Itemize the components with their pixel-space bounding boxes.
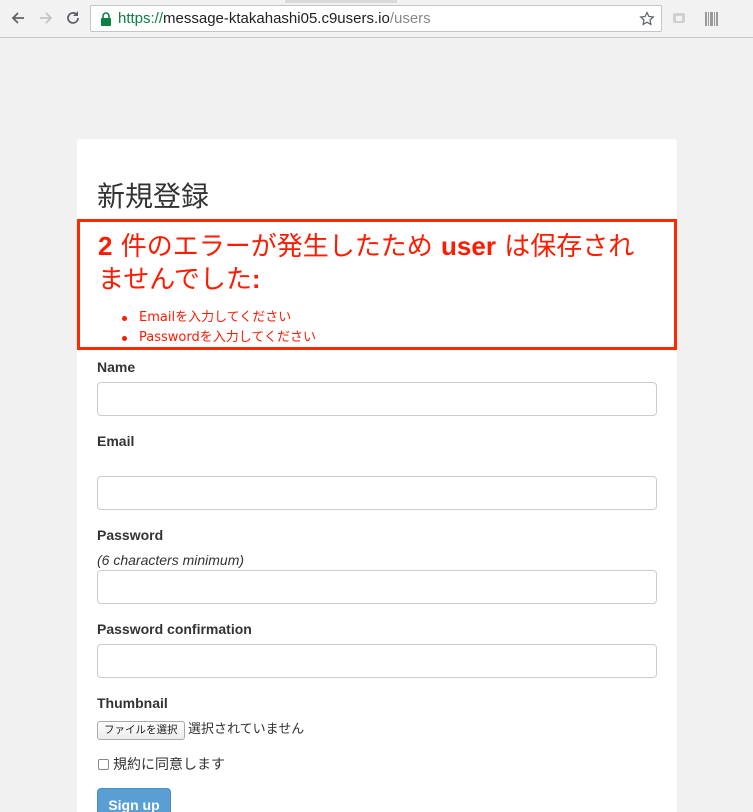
file-select-button[interactable]: ファイルを選択 — [97, 721, 185, 740]
url-scheme: https:// — [118, 10, 164, 27]
password-label: Password — [97, 527, 164, 543]
password-help-text: (6 characters minimum) — [97, 552, 245, 568]
error-item: Passwordを入力してください — [120, 328, 316, 348]
browser-toolbar: https://message-ktakahashi05.c9users.io/… — [0, 0, 753, 38]
url-path: /users — [389, 10, 431, 27]
email-label: Email — [97, 433, 135, 449]
error-heading: 2 件のエラーが発生したため user は保存されませんでした: — [98, 230, 658, 296]
error-list: Emailを入力してください Passwordを入力してください — [120, 308, 316, 348]
name-label: Name — [97, 359, 136, 375]
password-confirmation-label: Password confirmation — [97, 621, 252, 637]
email-field[interactable] — [97, 476, 657, 510]
password-field[interactable] — [97, 570, 657, 604]
url-host: message-ktakahashi05.c9users.io — [163, 10, 390, 27]
name-field[interactable] — [97, 382, 657, 416]
url-text: https://message-ktakahashi05.c9users.io/… — [118, 10, 431, 27]
password-confirmation-field[interactable] — [97, 644, 657, 678]
error-explanation: 2 件のエラーが発生したため user は保存されませんでした: Emailを入… — [77, 219, 677, 350]
address-bar[interactable]: https://message-ktakahashi05.c9users.io/… — [90, 5, 662, 32]
extension-icon[interactable] — [671, 10, 689, 28]
lock-icon — [101, 11, 111, 26]
error-count: 2 — [98, 231, 113, 261]
error-heading-text: 件のエラーが発生したため — [120, 232, 433, 262]
thumbnail-label: Thumbnail — [97, 695, 168, 711]
error-model-name: user — [441, 231, 496, 261]
bookmark-star-icon[interactable] — [639, 11, 655, 27]
forward-icon[interactable] — [36, 8, 56, 28]
back-icon[interactable] — [8, 8, 28, 28]
signup-button[interactable]: Sign up — [97, 788, 171, 812]
signup-card: 新規登録 2 件のエラーが発生したため user は保存されませんでした: Em… — [77, 139, 677, 812]
error-item: Emailを入力してください — [120, 308, 316, 328]
file-status-text: 選択されていません — [188, 722, 305, 737]
tab-edge — [285, 0, 397, 3]
barcode-extension-icon[interactable] — [702, 10, 720, 28]
terms-label[interactable]: 規約に同意します — [113, 754, 225, 774]
reload-icon[interactable] — [63, 8, 83, 28]
terms-checkbox[interactable] — [98, 759, 109, 770]
error-heading-colon: : — [251, 264, 261, 294]
page-title: 新規登録 — [97, 180, 210, 213]
